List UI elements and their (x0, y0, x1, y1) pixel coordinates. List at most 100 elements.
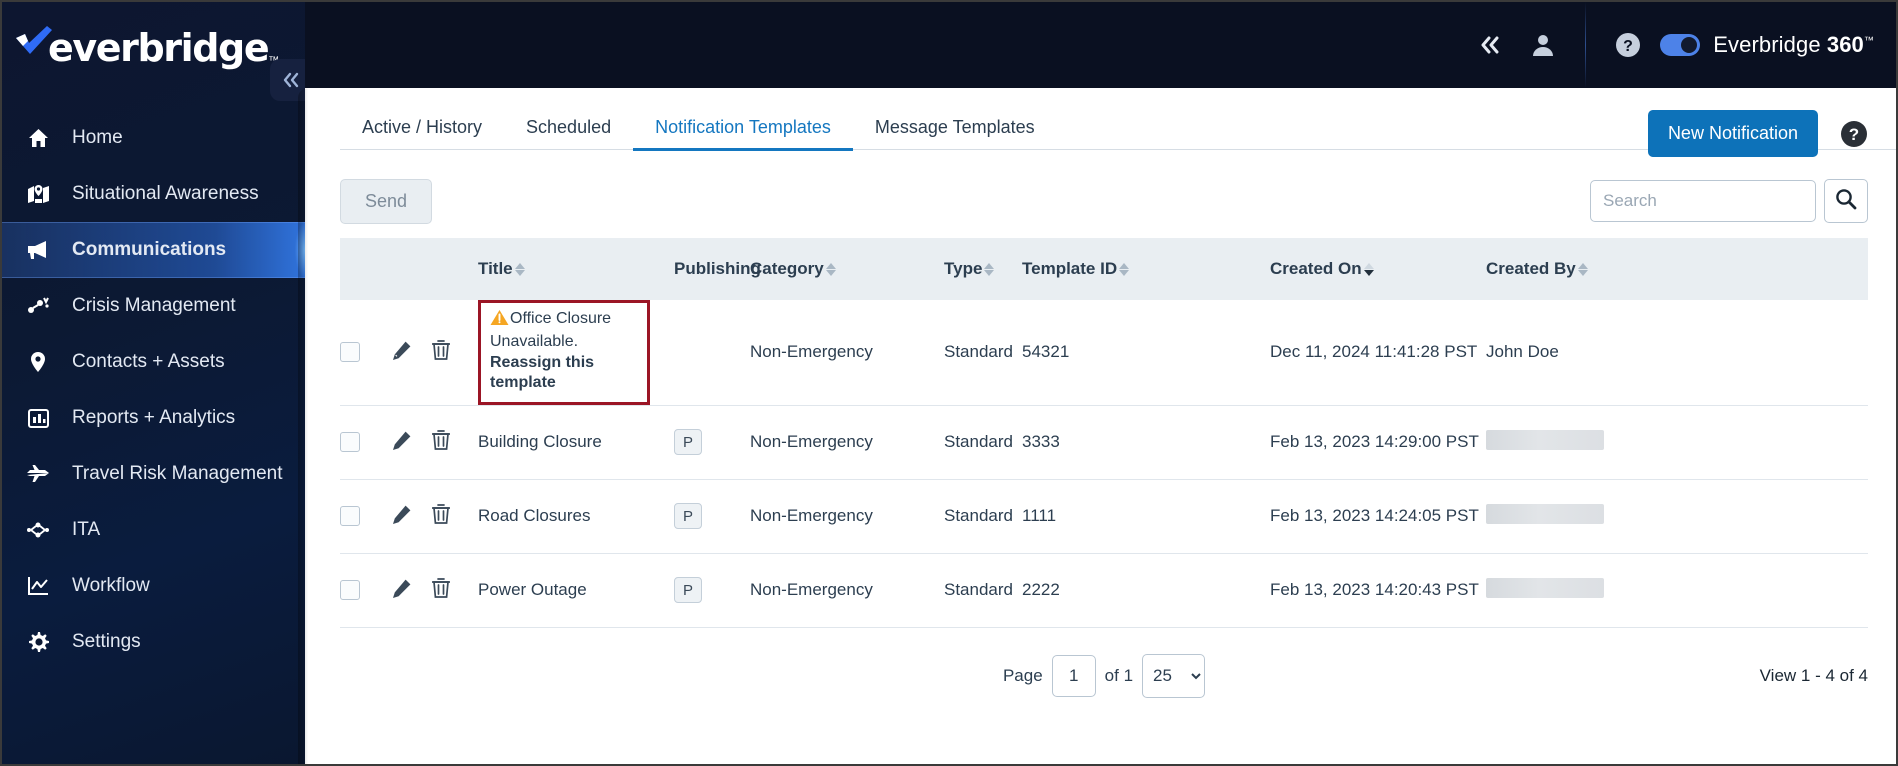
pencil-icon[interactable] (392, 578, 412, 598)
application-window: ? Everbridge 360™ everbridge ™ (0, 0, 1898, 766)
row-title-cell[interactable]: Power Outage (478, 553, 674, 627)
redacted-value (1486, 429, 1604, 450)
row-title-cell[interactable]: Road Closures (478, 479, 674, 553)
row-template-id-cell: 1111 (1022, 506, 1057, 526)
logo[interactable]: everbridge ™ (2, 2, 305, 88)
sidebar-item-label: Reports + Analytics (72, 407, 236, 428)
search-icon (1835, 188, 1857, 215)
th-type[interactable]: Type (944, 238, 1022, 300)
table-row[interactable]: Office Closure Unavailable. Reassign thi… (340, 300, 1868, 406)
row-type-cell: Standard (944, 506, 1013, 526)
sidebar-item-workflow[interactable]: Workflow (2, 558, 305, 614)
sidebar-item-label: Travel Risk Management (72, 463, 283, 484)
row-type-cell: Standard (944, 580, 1013, 600)
table-row[interactable]: Power Outage P Non-Emergency Standard 22… (340, 553, 1868, 628)
tab-active-history[interactable]: Active / History (340, 118, 504, 150)
row-edit-cell (392, 300, 432, 405)
help-circle-icon[interactable]: ? (1602, 2, 1654, 88)
row-created-on-cell: Feb 13, 2023 14:24:05 PST (1270, 506, 1479, 526)
everbridge-360-toggle-group[interactable]: Everbridge 360™ (1654, 32, 1874, 58)
row-checkbox[interactable] (340, 342, 360, 363)
row-delete-cell (432, 405, 478, 479)
sort-arrows-template-id[interactable] (1119, 262, 1130, 276)
publishing-badge: P (674, 577, 702, 604)
trash-icon[interactable] (432, 578, 450, 598)
send-button[interactable]: Send (340, 178, 433, 224)
sidebar-item-contacts-assets[interactable]: Contacts + Assets (2, 334, 305, 390)
row-template-id-cell: 54321 (1022, 342, 1070, 362)
row-created-by-cell (1486, 479, 1868, 553)
th-title-label: Title (478, 259, 513, 278)
publishing-badge: P (674, 503, 702, 530)
row-checkbox-cell (340, 405, 392, 479)
sidebar-item-label: Contacts + Assets (72, 351, 225, 372)
sidebar-item-label: Home (72, 127, 123, 148)
network-icon (24, 521, 52, 539)
th-created-on-label: Created On (1270, 259, 1362, 278)
table-row[interactable]: Building Closure P Non-Emergency Standar… (340, 405, 1868, 480)
th-title[interactable]: Title (478, 238, 674, 300)
tab-message-templates[interactable]: Message Templates (853, 118, 1057, 150)
page-size-select[interactable]: 2550100 (1142, 653, 1206, 698)
search-input[interactable] (1590, 180, 1816, 222)
page-number-input[interactable] (1051, 654, 1096, 697)
sidebar-item-reports-analytics[interactable]: Reports + Analytics (2, 390, 305, 446)
search-button[interactable] (1824, 179, 1868, 223)
bar-chart-icon (24, 408, 52, 428)
sidebar-item-communications[interactable]: Communications (2, 222, 305, 278)
pencil-icon[interactable] (392, 430, 412, 450)
table-row[interactable]: Road Closures P Non-Emergency Standard 1… (340, 479, 1868, 554)
everbridge-360-toggle[interactable] (1660, 34, 1701, 56)
trash-icon[interactable] (432, 504, 450, 524)
sidebar-collapse-button[interactable] (270, 59, 305, 101)
th-template-id[interactable]: Template ID (1022, 238, 1270, 300)
th-publishing-label: Publishing (674, 259, 761, 278)
sort-arrows-category[interactable] (825, 262, 836, 276)
trash-icon[interactable] (432, 340, 450, 360)
sidebar-item-ita[interactable]: ITA (2, 502, 305, 558)
everbridge-360-label: Everbridge 360™ (1713, 32, 1874, 58)
page-label: Page (1002, 665, 1043, 685)
th-category[interactable]: Category (750, 238, 944, 300)
sidebar-item-situational-awareness[interactable]: Situational Awareness (2, 166, 305, 222)
row-checkbox[interactable] (340, 580, 360, 601)
sort-arrows-created-on[interactable] (1363, 262, 1374, 276)
publishing-badge: P (674, 429, 702, 456)
sidebar-nav: Home Situational Awareness Communication… (2, 110, 305, 670)
row-checkbox-cell (340, 300, 392, 405)
tab-scheduled[interactable]: Scheduled (504, 118, 633, 150)
row-template-id-cell: 2222 (1022, 580, 1060, 600)
trademark-symbol: ™ (1863, 35, 1874, 47)
sidebar-item-home[interactable]: Home (2, 110, 305, 166)
tab-notification-templates[interactable]: Notification Templates (633, 118, 853, 151)
user-icon[interactable] (1517, 2, 1569, 88)
th-created-by[interactable]: Created By (1486, 238, 1868, 300)
pencil-icon[interactable] (392, 504, 412, 524)
row-checkbox[interactable] (340, 432, 360, 453)
pencil-icon[interactable] (392, 340, 412, 360)
trash-icon[interactable] (432, 430, 450, 450)
sidebar-item-label: Situational Awareness (72, 183, 259, 204)
chevron-double-left-icon[interactable] (1465, 2, 1517, 88)
row-title-cell[interactable]: Building Closure (478, 405, 674, 479)
sort-arrows-type[interactable] (984, 262, 995, 276)
sidebar-item-settings[interactable]: Settings (2, 614, 305, 670)
row-delete-cell (432, 553, 478, 627)
row-type-cell: Standard (944, 432, 1013, 452)
th-created-on[interactable]: Created On (1270, 238, 1486, 300)
row-publishing-cell: P (674, 479, 750, 553)
redacted-value (1486, 503, 1604, 524)
sort-arrows-title[interactable] (514, 262, 525, 276)
row-checkbox[interactable] (340, 506, 360, 527)
row-created-on-cell: Dec 11, 2024 11:41:28 PST (1270, 342, 1478, 362)
help-circle-icon[interactable]: ? (1840, 120, 1868, 148)
sidebar-item-crisis-management[interactable]: Crisis Management (2, 278, 305, 334)
sort-arrows-created-by[interactable] (1577, 262, 1588, 276)
title-warning-action[interactable]: Reassign this template (490, 354, 594, 391)
new-notification-button[interactable]: New Notification (1647, 110, 1818, 157)
table-header-row: Title Publishing Category Type Template … (340, 238, 1868, 300)
row-edit-cell (392, 479, 432, 553)
sidebar-item-travel-risk-management[interactable]: Travel Risk Management (2, 446, 305, 502)
title-warning-annotation[interactable]: Office Closure Unavailable. Reassign thi… (478, 300, 650, 405)
logo-text: everbridge (48, 25, 270, 70)
